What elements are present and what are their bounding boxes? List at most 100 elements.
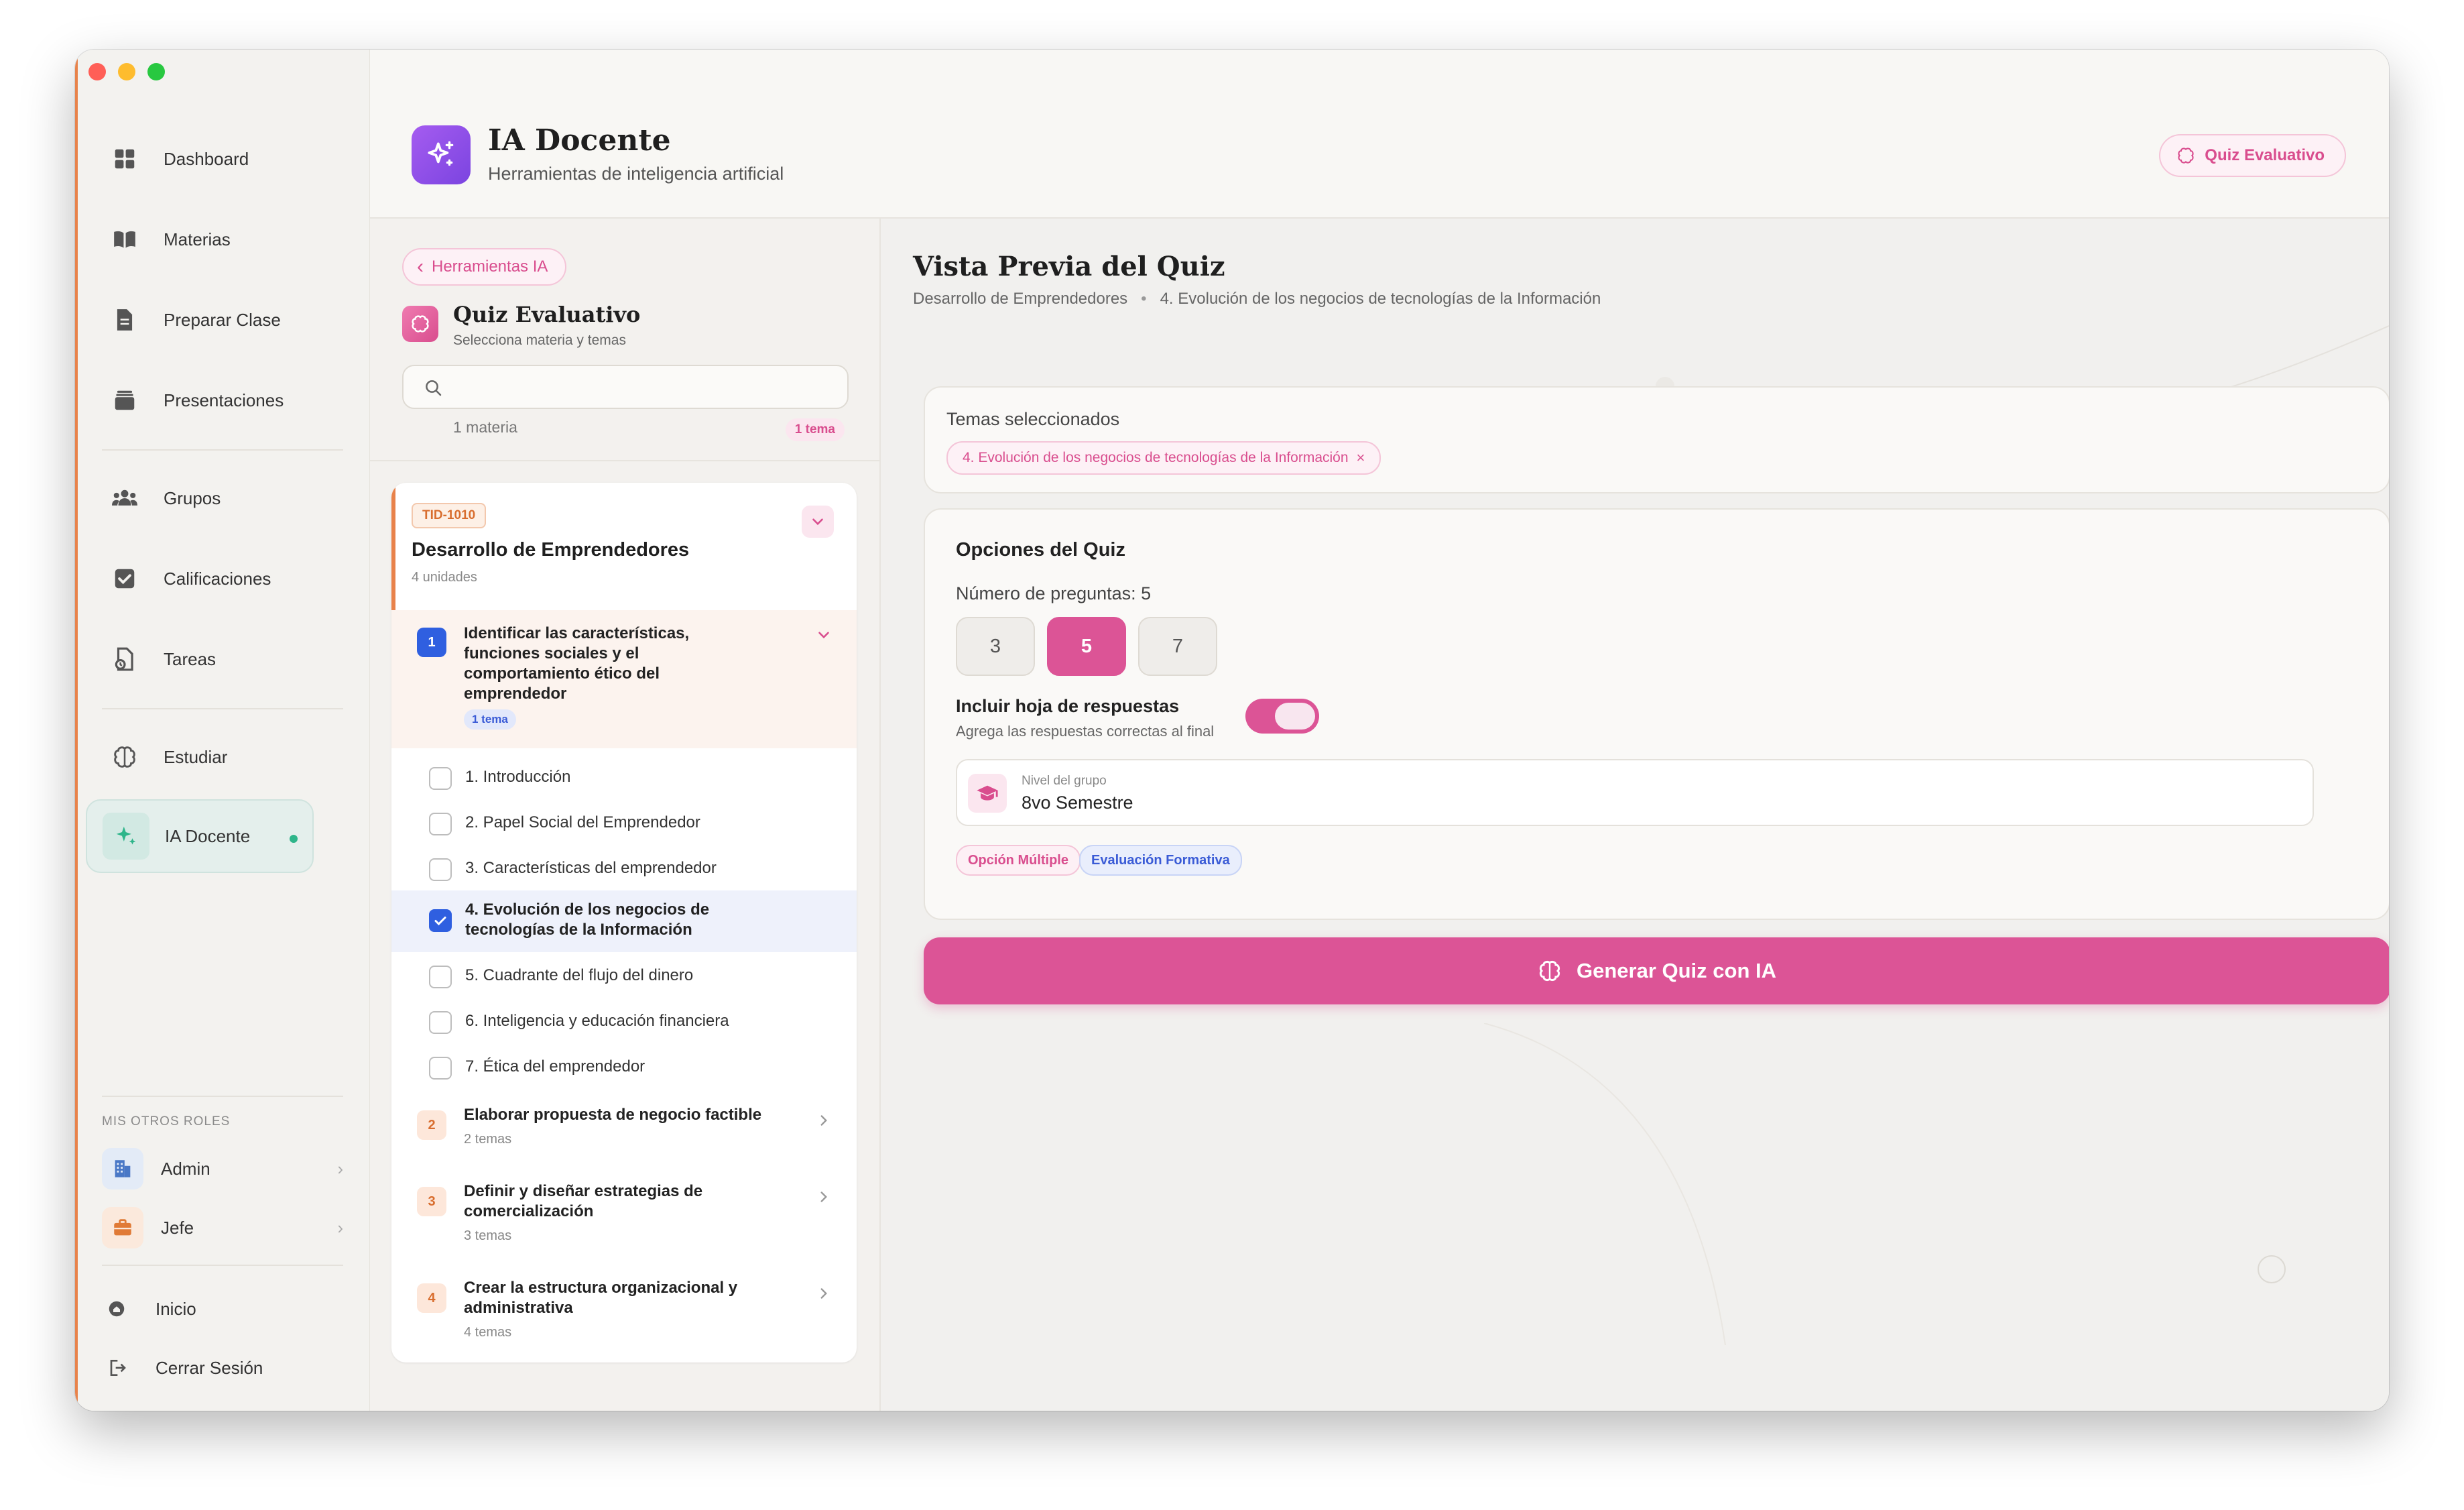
back-to-tools-button[interactable]: ‹ Herramientas IA — [402, 248, 567, 286]
document-icon — [110, 305, 139, 335]
close-icon[interactable]: × — [1357, 449, 1365, 467]
topic-label: 5. Cuadrante del flujo del dinero — [465, 966, 694, 984]
subject-selection-panel: ‹ Herramientas IA Quiz Evaluativo Selecc… — [370, 219, 881, 1411]
check-icon — [434, 917, 446, 926]
search-box — [402, 365, 849, 409]
topic-row-6[interactable]: 6. Inteligencia y educación financiera — [391, 998, 857, 1043]
nav-item-label: Tareas — [164, 648, 217, 669]
book-icon — [110, 225, 139, 254]
nav-item-grupos[interactable]: Grupos — [86, 461, 314, 535]
sidebar-divider — [102, 708, 343, 709]
options-title: Opciones del Quiz — [956, 539, 1125, 561]
unit-row-3[interactable]: 3 Definir y diseñar estrategias de comer… — [391, 1175, 857, 1255]
unit-row-2[interactable]: 2 Elaborar propuesta de negocio factible… — [391, 1098, 857, 1165]
chevron-right-icon: › — [337, 1217, 343, 1238]
nav-item-preparar-clase[interactable]: Preparar Clase — [86, 283, 314, 357]
chevron-right-icon — [820, 1192, 827, 1202]
topic-checkbox[interactable] — [429, 1057, 452, 1080]
selected-topics-label: Temas seleccionados — [946, 409, 1120, 429]
grid-icon — [110, 144, 139, 174]
unit-topics-count: 3 temas — [464, 1228, 512, 1243]
topic-checkbox[interactable] — [429, 1011, 452, 1034]
subject-card: TID-1010 Desarrollo de Emprendedores 4 u… — [391, 483, 857, 1362]
topic-row-2[interactable]: 2. Papel Social del Emprendedor — [391, 799, 857, 845]
group-level-field[interactable]: Nivel del grupo 8vo Semestre — [956, 759, 2314, 826]
answer-sheet-subtitle: Agrega las respuestas correctas al final — [956, 723, 1215, 740]
unit-title: Definir y diseñar estrategias de comerci… — [464, 1181, 702, 1222]
topic-checkbox[interactable] — [429, 813, 452, 835]
breadcrumb-topic: 4. Evolución de los negocios de tecnolog… — [1160, 290, 1601, 308]
chevron-left-icon: ‹ — [417, 255, 424, 278]
app-title: IA Docente — [488, 123, 671, 158]
bottom-item-inicio[interactable]: Inicio — [102, 1289, 196, 1329]
unit-title-line: Crear la estructura organizacional y — [464, 1279, 738, 1297]
panel-title: Quiz Evaluativo — [453, 302, 641, 327]
quiz-evaluativo-badge[interactable]: Quiz Evaluativo — [2159, 134, 2346, 177]
unit-title-line: Identificar las características, — [464, 624, 690, 642]
topic-checkbox[interactable] — [429, 966, 452, 988]
nav-item-materias[interactable]: Materias — [86, 202, 314, 276]
window-zoom-button[interactable] — [147, 63, 165, 80]
chevron-down-icon — [812, 518, 823, 526]
nav-item-dashboard[interactable]: Dashboard — [86, 122, 314, 196]
generate-quiz-button[interactable]: Generar Quiz con IA — [924, 937, 2389, 1004]
nav-item-ia-docente[interactable]: IA Docente — [86, 799, 314, 873]
nav-item-label: Estudiar — [164, 746, 228, 767]
unit-number-badge: 2 — [417, 1110, 446, 1140]
brain-icon — [1539, 960, 1560, 982]
chevron-right-icon: › — [337, 1158, 343, 1179]
bottom-item-label: Cerrar Sesión — [156, 1357, 263, 1378]
unit-number-badge: 3 — [417, 1187, 446, 1216]
topic-row-1[interactable]: 1. Introducción — [391, 754, 857, 799]
tag-evaluacion-formativa: Evaluación Formativa — [1079, 845, 1242, 876]
back-button-label: Herramientas IA — [432, 257, 548, 276]
selected-topic-chip[interactable]: 4. Evolución de los negocios de tecnolog… — [946, 441, 1381, 475]
search-input[interactable] — [457, 373, 835, 402]
questions-option-5[interactable]: 5 — [1047, 617, 1126, 676]
panel-divider — [370, 460, 879, 461]
topic-checkbox-checked[interactable] — [429, 909, 452, 932]
bottom-item-cerrar-sesion[interactable]: Cerrar Sesión — [102, 1348, 263, 1388]
app-header: IA Docente Herramientas de inteligencia … — [370, 50, 2389, 219]
topic-label: 3. Características del emprendedor — [465, 859, 717, 877]
home-icon — [102, 1294, 131, 1324]
breadcrumb-separator: • — [1141, 290, 1147, 308]
topic-row-5[interactable]: 5. Cuadrante del flujo del dinero — [391, 952, 857, 998]
role-item-jefe[interactable]: Jefe › — [102, 1204, 343, 1251]
brain-icon — [2178, 148, 2194, 164]
collapse-subject-button[interactable] — [802, 506, 834, 538]
nav-item-calificaciones[interactable]: Calificaciones — [86, 542, 314, 616]
topic-label-line: tecnologías de la Información — [465, 921, 692, 939]
role-item-admin[interactable]: Admin › — [102, 1145, 343, 1192]
archive-icon — [110, 386, 139, 415]
nav-item-presentaciones[interactable]: Presentaciones — [86, 363, 314, 437]
unit-title-line: comercialización — [464, 1202, 594, 1220]
window-close-button[interactable] — [88, 63, 106, 80]
questions-option-7[interactable]: 7 — [1138, 617, 1217, 676]
nav-item-estudiar[interactable]: Estudiar — [86, 720, 314, 794]
unit-row-4[interactable]: 4 Crear la estructura organizacional y a… — [391, 1271, 857, 1352]
topic-row-7[interactable]: 7. Ética del emprendedor — [391, 1043, 857, 1089]
sidebar-divider — [102, 449, 343, 451]
topic-row-4[interactable]: 4. Evolución de los negocios de tecnolog… — [391, 890, 857, 952]
questions-option-3[interactable]: 3 — [956, 617, 1035, 676]
users-icon — [110, 483, 139, 513]
chevron-right-icon — [820, 1288, 827, 1299]
roles-section-label: MIS OTROS ROLES — [102, 1114, 231, 1128]
bottom-item-label: Inicio — [156, 1298, 196, 1319]
unit-row-1[interactable]: 1 Identificar las características, funci… — [391, 610, 857, 748]
nav-item-tareas[interactable]: Tareas — [86, 622, 314, 696]
unit-topics-count: 4 temas — [464, 1325, 512, 1340]
selected-topics-card: Temas seleccionados 4. Evolución de los … — [924, 386, 2389, 493]
questions-count-label: Número de preguntas: 5 — [956, 583, 1152, 603]
decorative-circle — [2258, 1255, 2286, 1283]
window-minimize-button[interactable] — [118, 63, 135, 80]
topic-checkbox[interactable] — [429, 767, 452, 790]
topic-checkbox[interactable] — [429, 858, 452, 881]
app-window: Dashboard Materias Preparar Clase Presen… — [75, 50, 2389, 1411]
answer-sheet-toggle[interactable] — [1245, 699, 1319, 734]
nav-item-label: Preparar Clase — [164, 309, 281, 330]
topic-row-3[interactable]: 3. Características del emprendedor — [391, 845, 857, 890]
subject-header[interactable]: TID-1010 Desarrollo de Emprendedores 4 u… — [391, 483, 857, 610]
topic-label: 2. Papel Social del Emprendedor — [465, 813, 700, 831]
